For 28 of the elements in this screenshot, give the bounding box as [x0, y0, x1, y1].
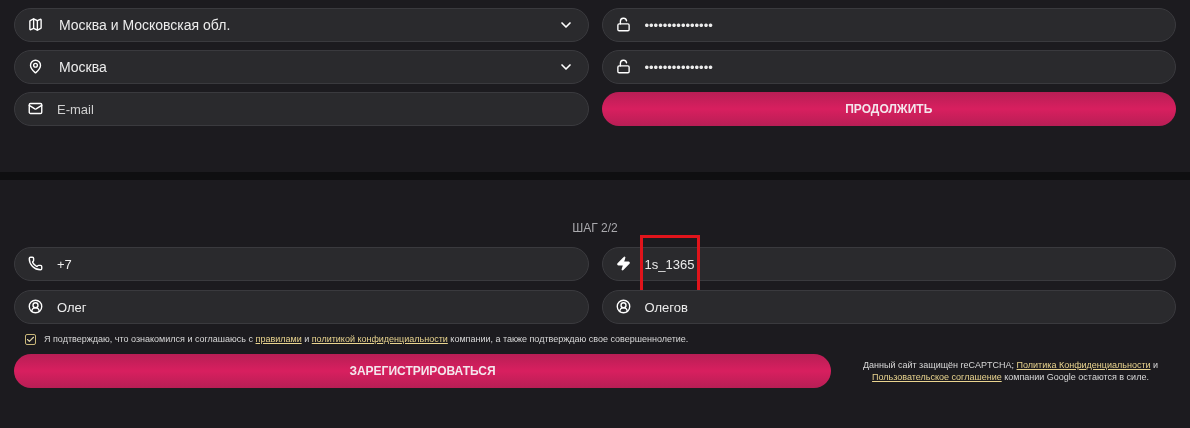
lightning-icon — [615, 256, 631, 271]
city-select[interactable]: Москва — [14, 50, 589, 84]
recaptcha-notice: Данный сайт защищён reCAPTCHA; Политика Конфиденциальности и Пользовательское соглашение компании Google остаются в силе. — [861, 358, 1160, 383]
envelope-icon — [28, 101, 43, 116]
text-link[interactable]: Пользовательское соглашение — [872, 371, 1002, 382]
continue-button[interactable]: ПРОДОЛЖИТЬ — [601, 92, 1176, 126]
consent-checkbox[interactable] — [25, 334, 36, 346]
register-button[interactable]: ЗАРЕГИСТРИРОВАТЬСЯ — [14, 353, 831, 388]
map-icon — [28, 17, 43, 32]
step-heading: ШАГ 2/2 — [572, 220, 618, 237]
text-link[interactable]: политикой конфиденциальности — [311, 334, 448, 344]
text-link[interactable]: Политика Конфиденциальности — [1016, 359, 1151, 370]
name-field[interactable]: Олегов — [601, 290, 1176, 324]
unlocked-padlock-icon — [615, 59, 631, 74]
user-icon — [28, 299, 43, 314]
email-field[interactable]: E-mail — [14, 92, 589, 126]
phone-icon — [28, 256, 43, 271]
password-field[interactable]: ••••••••••••••• — [601, 8, 1176, 42]
text-link[interactable]: правилами — [255, 334, 302, 344]
password-field[interactable]: ••••••••••••••• — [601, 50, 1176, 84]
user-icon — [615, 299, 631, 314]
unlocked-padlock-icon — [615, 17, 631, 32]
location-pin-icon — [28, 59, 43, 74]
consent-text: Я подтверждаю, что ознакомился и соглашаюсь с правилами и политикой конфиденциальности компании, а также подтверждаю свое совершеннолетие. — [44, 333, 689, 346]
region-select[interactable]: Москва и Московская обл. — [14, 8, 589, 42]
phone-field[interactable]: +7 — [14, 247, 589, 281]
name-field[interactable]: Олег — [14, 290, 589, 324]
promo-code-field[interactable]: 1s_1365 — [601, 247, 1176, 281]
